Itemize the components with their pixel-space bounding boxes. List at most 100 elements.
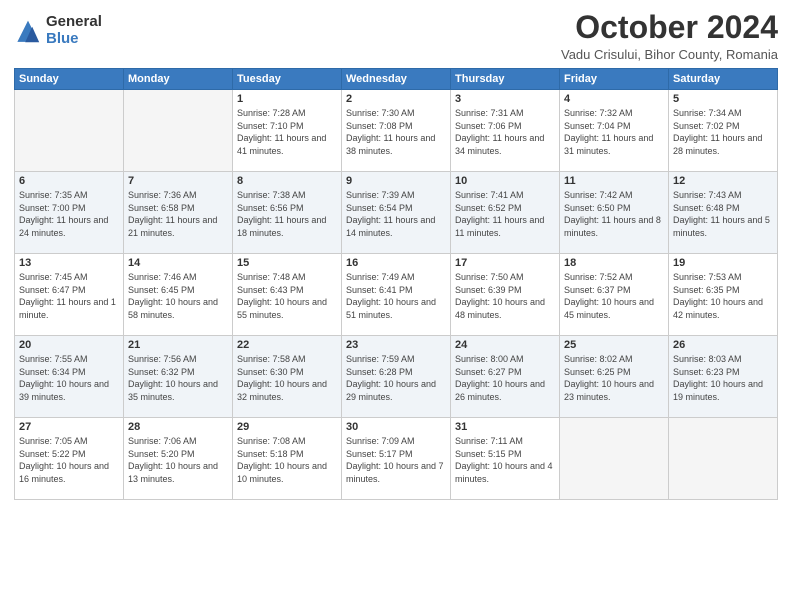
header-friday: Friday (560, 69, 669, 90)
day-number: 5 (673, 93, 773, 105)
calendar-day-cell: 1Sunrise: 7:28 AMSunset: 7:10 PMDaylight… (233, 90, 342, 172)
calendar-day-cell: 17 Sunrise: 7:50 AMSunset: 6:39 PMDayligh… (451, 254, 560, 336)
calendar-day-cell: 24Sunrise: 8:00 AMSunset: 6:27 PMDayligh… (451, 336, 560, 418)
day-detail: Sunrise: 7:39 AMSunset: 6:54 PMDaylight:… (346, 189, 446, 239)
day-number: 21 (128, 339, 228, 351)
calendar-day-cell: 5 Sunrise: 7:34 AMSunset: 7:02 PMDaylight… (669, 90, 778, 172)
day-number: 2 (346, 93, 446, 105)
day-detail: Sunrise: 7:38 AMSunset: 6:56 PMDaylight:… (237, 189, 337, 239)
calendar-day-cell: 26 Sunrise: 8:03 AMSunset: 6:23 PMDayligh… (669, 336, 778, 418)
calendar-day-cell: 30 Sunrise: 7:09 AMSunset: 5:17 PMDayligh… (342, 418, 451, 500)
logo-icon (14, 17, 42, 45)
calendar-day-cell: 7 Sunrise: 7:36 AMSunset: 6:58 PMDaylight… (124, 172, 233, 254)
header-monday: Monday (124, 69, 233, 90)
location-subtitle: Vadu Crisului, Bihor County, Romania (561, 47, 778, 62)
calendar-week-row: 1Sunrise: 7:28 AMSunset: 7:10 PMDaylight… (15, 90, 778, 172)
day-number: 7 (128, 175, 228, 187)
day-detail: Sunrise: 7:31 AMSunset: 7:06 PMDaylight:… (455, 107, 555, 157)
day-detail: Sunrise: 7:34 AMSunset: 7:02 PMDaylight:… (673, 107, 773, 157)
day-detail: Sunrise: 7:45 AMSunset: 6:47 PMDaylight:… (19, 271, 119, 321)
calendar-day-cell (124, 90, 233, 172)
day-detail: Sunrise: 7:08 AMSunset: 5:18 PMDaylight:… (237, 435, 337, 485)
calendar-day-cell: 19Sunrise: 7:53 AMSunset: 6:35 PMDayligh… (669, 254, 778, 336)
day-number: 17 (455, 257, 555, 269)
calendar-table: Sunday Monday Tuesday Wednesday Thursday… (14, 68, 778, 500)
calendar-day-cell (669, 418, 778, 500)
calendar-day-cell: 12 Sunrise: 7:43 AMSunset: 6:48 PMDayligh… (669, 172, 778, 254)
day-number: 9 (346, 175, 446, 187)
day-number: 14 (128, 257, 228, 269)
header-saturday: Saturday (669, 69, 778, 90)
day-detail: Sunrise: 8:02 AMSunset: 6:25 PMDaylight:… (564, 353, 664, 403)
day-number: 1 (237, 93, 337, 105)
day-number: 16 (346, 257, 446, 269)
calendar-day-cell: 2 Sunrise: 7:30 AMSunset: 7:08 PMDaylight… (342, 90, 451, 172)
calendar-day-cell: 27 Sunrise: 7:05 AMSunset: 5:22 PMDayligh… (15, 418, 124, 500)
day-detail: Sunrise: 7:09 AMSunset: 5:17 PMDaylight:… (346, 435, 446, 485)
day-detail: Sunrise: 7:43 AMSunset: 6:48 PMDaylight:… (673, 189, 773, 239)
calendar-day-cell: 20Sunrise: 7:55 AMSunset: 6:34 PMDayligh… (15, 336, 124, 418)
day-detail: Sunrise: 7:11 AMSunset: 5:15 PMDaylight:… (455, 435, 555, 485)
calendar-day-cell: 10Sunrise: 7:41 AMSunset: 6:52 PMDayligh… (451, 172, 560, 254)
day-number: 3 (455, 93, 555, 105)
calendar-day-cell: 15Sunrise: 7:48 AMSunset: 6:43 PMDayligh… (233, 254, 342, 336)
day-number: 8 (237, 175, 337, 187)
month-title: October 2024 (561, 10, 778, 45)
day-detail: Sunrise: 7:35 AMSunset: 7:00 PMDaylight:… (19, 189, 119, 239)
day-detail: Sunrise: 7:53 AMSunset: 6:35 PMDaylight:… (673, 271, 773, 321)
day-number: 28 (128, 421, 228, 433)
day-number: 24 (455, 339, 555, 351)
header: General Blue October 2024 Vadu Crisului,… (14, 10, 778, 62)
day-number: 25 (564, 339, 664, 351)
day-number: 20 (19, 339, 119, 351)
day-detail: Sunrise: 7:30 AMSunset: 7:08 PMDaylight:… (346, 107, 446, 157)
calendar-day-cell (15, 90, 124, 172)
header-thursday: Thursday (451, 69, 560, 90)
calendar-day-cell: 23Sunrise: 7:59 AMSunset: 6:28 PMDayligh… (342, 336, 451, 418)
day-number: 15 (237, 257, 337, 269)
day-number: 12 (673, 175, 773, 187)
day-detail: Sunrise: 8:03 AMSunset: 6:23 PMDaylight:… (673, 353, 773, 403)
header-tuesday: Tuesday (233, 69, 342, 90)
calendar-day-cell: 31 Sunrise: 7:11 AMSunset: 5:15 PMDayligh… (451, 418, 560, 500)
day-detail: Sunrise: 7:58 AMSunset: 6:30 PMDaylight:… (237, 353, 337, 403)
calendar-week-row: 20Sunrise: 7:55 AMSunset: 6:34 PMDayligh… (15, 336, 778, 418)
calendar-day-cell: 22Sunrise: 7:58 AMSunset: 6:30 PMDayligh… (233, 336, 342, 418)
calendar-day-cell: 25 Sunrise: 8:02 AMSunset: 6:25 PMDayligh… (560, 336, 669, 418)
day-detail: Sunrise: 7:32 AMSunset: 7:04 PMDaylight:… (564, 107, 664, 157)
day-detail: Sunrise: 7:41 AMSunset: 6:52 PMDaylight:… (455, 189, 555, 239)
day-detail: Sunrise: 7:52 AMSunset: 6:37 PMDaylight:… (564, 271, 664, 321)
calendar-week-row: 6Sunrise: 7:35 AMSunset: 7:00 PMDaylight… (15, 172, 778, 254)
day-number: 4 (564, 93, 664, 105)
day-number: 18 (564, 257, 664, 269)
weekday-header-row: Sunday Monday Tuesday Wednesday Thursday… (15, 69, 778, 90)
calendar-day-cell: 3 Sunrise: 7:31 AMSunset: 7:06 PMDaylight… (451, 90, 560, 172)
calendar-day-cell: 11 Sunrise: 7:42 AMSunset: 6:50 PMDayligh… (560, 172, 669, 254)
day-detail: Sunrise: 7:42 AMSunset: 6:50 PMDaylight:… (564, 189, 664, 239)
day-detail: Sunrise: 7:49 AMSunset: 6:41 PMDaylight:… (346, 271, 446, 321)
day-detail: Sunrise: 7:56 AMSunset: 6:32 PMDaylight:… (128, 353, 228, 403)
calendar-day-cell: 8 Sunrise: 7:38 AMSunset: 6:56 PMDaylight… (233, 172, 342, 254)
day-number: 29 (237, 421, 337, 433)
logo-text: General Blue (46, 14, 102, 47)
logo-blue-text: Blue (46, 31, 102, 48)
day-number: 26 (673, 339, 773, 351)
header-sunday: Sunday (15, 69, 124, 90)
calendar-day-cell (560, 418, 669, 500)
day-detail: Sunrise: 7:36 AMSunset: 6:58 PMDaylight:… (128, 189, 228, 239)
day-number: 30 (346, 421, 446, 433)
calendar-day-cell: 18 Sunrise: 7:52 AMSunset: 6:37 PMDayligh… (560, 254, 669, 336)
day-detail: Sunrise: 7:50 AMSunset: 6:39 PMDaylight:… (455, 271, 555, 321)
calendar-week-row: 13Sunrise: 7:45 AMSunset: 6:47 PMDayligh… (15, 254, 778, 336)
day-number: 31 (455, 421, 555, 433)
day-number: 11 (564, 175, 664, 187)
logo: General Blue (14, 14, 102, 47)
day-number: 27 (19, 421, 119, 433)
day-detail: Sunrise: 7:05 AMSunset: 5:22 PMDaylight:… (19, 435, 119, 485)
calendar-day-cell: 29 Sunrise: 7:08 AMSunset: 5:18 PMDayligh… (233, 418, 342, 500)
page: General Blue October 2024 Vadu Crisului,… (0, 0, 792, 612)
calendar-day-cell: 21 Sunrise: 7:56 AMSunset: 6:32 PMDayligh… (124, 336, 233, 418)
day-number: 23 (346, 339, 446, 351)
title-block: October 2024 Vadu Crisului, Bihor County… (561, 10, 778, 62)
calendar-day-cell: 28Sunrise: 7:06 AMSunset: 5:20 PMDayligh… (124, 418, 233, 500)
